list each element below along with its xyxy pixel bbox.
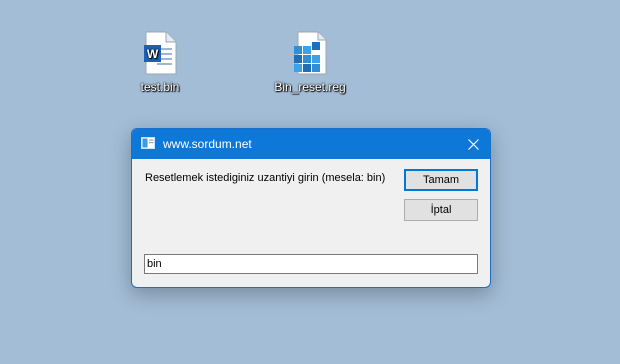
- extension-input[interactable]: [144, 254, 478, 274]
- registry-file-icon: [294, 31, 327, 75]
- ok-button[interactable]: Tamam: [404, 169, 478, 191]
- svg-text:W: W: [147, 47, 159, 61]
- desktop-icon-label: Bin_reset.reg: [274, 80, 346, 94]
- close-button[interactable]: [456, 129, 490, 159]
- word-document-icon: W: [144, 31, 177, 75]
- input-dialog: www.sordum.net Resetlemek istediginiz uz…: [131, 128, 491, 288]
- dialog-title: www.sordum.net: [163, 137, 252, 151]
- desktop-icon-label: test.bin: [140, 80, 180, 94]
- dialog-prompt: Resetlemek istediginiz uzantiyi girin (m…: [145, 172, 386, 184]
- cancel-button[interactable]: İptal: [404, 199, 478, 221]
- dialog-titlebar[interactable]: www.sordum.net: [132, 129, 490, 159]
- close-icon: [467, 138, 479, 150]
- desktop-icon-test-bin[interactable]: W test.bin: [115, 30, 205, 94]
- desktop-icon-bin-reset-reg[interactable]: Bin_reset.reg: [265, 30, 355, 94]
- window-app-icon: [141, 137, 155, 149]
